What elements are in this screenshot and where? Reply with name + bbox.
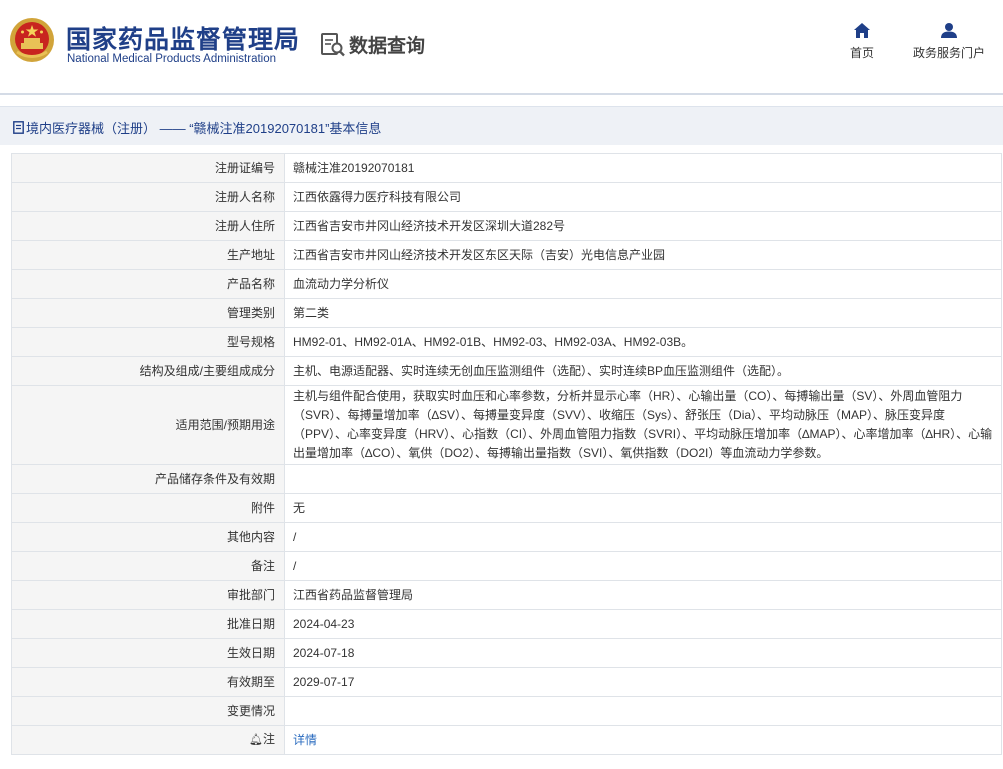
field-label: 管理类别 [11,298,285,328]
table-row: 附件 无 [11,493,1002,523]
field-label: 适用范围/预期用途 [11,385,285,465]
bell-icon: 🔔︎ [249,734,263,746]
table-row: 其他内容 / [11,522,1002,552]
header-divider [0,93,1003,95]
field-value: 2024-04-23 [284,609,1002,639]
table-row: 结构及组成/主要组成成分 主机、电源适配器、实时连续无创血压监测组件（选配）、实… [11,356,1002,386]
field-value: 主机、电源适配器、实时连续无创血压监测组件（选配）、实时连续BP血压监测组件（选… [284,356,1002,386]
field-label: 注册证编号 [11,153,285,183]
nav-home[interactable]: 首页 [842,22,882,61]
table-row: 注册人住所 江西省吉安市井冈山经济技术开发区深圳大道282号 [11,211,1002,241]
breadcrumb: 境内医疗器械（注册） —— “赣械注准20192070181”基本信息 [13,118,381,137]
field-value: 江西省吉安市井冈山经济技术开发区东区天际（吉安）光电信息产业园 [284,240,1002,270]
table-row: 审批部门 江西省药品监督管理局 [11,580,1002,610]
field-label: 产品名称 [11,269,285,299]
table-row: 备注 / [11,551,1002,581]
document-icon [13,121,24,134]
table-row: 生效日期 2024-07-18 [11,638,1002,668]
field-label: 注册人名称 [11,182,285,212]
field-label: 有效期至 [11,667,285,697]
table-row: 产品名称 血流动力学分析仪 [11,269,1002,299]
field-label: 审批部门 [11,580,285,610]
field-label: 生产地址 [11,240,285,270]
field-value: 江西省吉安市井冈山经济技术开发区深圳大道282号 [284,211,1002,241]
field-value: HM92-01、HM92-01A、HM92-01B、HM92-03、HM92-0… [284,327,1002,357]
table-row: 适用范围/预期用途 主机与组件配合使用，获取实时血压和心率参数，分析并显示心率（… [11,385,1002,465]
note-value-cell: 详情 [284,725,1002,755]
user-icon [941,23,957,38]
field-value: 江西省药品监督管理局 [284,580,1002,610]
field-value: 江西依露得力医疗科技有限公司 [284,182,1002,212]
agency-name-en: National Medical Products Administration [67,53,277,65]
field-label: 变更情况 [11,696,285,726]
field-label: 附件 [11,493,285,523]
module-title-block: 数据查询 [320,31,425,58]
nav-home-label: 首页 [849,46,874,60]
field-value [284,464,1002,494]
field-value: 血流动力学分析仪 [284,269,1002,299]
agency-name-cn: 国家药品监督管理局 [66,25,301,54]
registration-info-table: 注册证编号 赣械注准20192070181 注册人名称 江西依露得力医疗科技有限… [11,153,1002,755]
table-row-note: 🔔︎注 详情 [11,725,1002,755]
field-value: 第二类 [284,298,1002,328]
field-value: 2029-07-17 [284,667,1002,697]
nav-gov-label: 政务服务门户 [912,46,985,60]
table-row: 型号规格 HM92-01、HM92-01A、HM92-01B、HM92-03、H… [11,327,1002,357]
table-row: 注册人名称 江西依露得力医疗科技有限公司 [11,182,1002,212]
site-header: 国家药品监督管理局 National Medical Products Admi… [0,0,1003,95]
field-value: 主机与组件配合使用，获取实时血压和心率参数，分析并显示心率（HR）、心输出量（C… [284,385,1002,465]
field-label: 备注 [11,551,285,581]
field-label: 产品储存条件及有效期 [11,464,285,494]
search-document-icon [321,32,345,56]
field-label: 型号规格 [11,327,285,357]
table-row: 批准日期 2024-04-23 [11,609,1002,639]
table-row: 管理类别 第二类 [11,298,1002,328]
details-link[interactable]: 详情 [293,733,317,747]
field-label: 批准日期 [11,609,285,639]
national-emblem-icon [10,18,54,62]
nav-gov-service-portal[interactable]: 政务服务门户 [904,22,994,61]
breadcrumb-text: 境内医疗器械（注册） —— “赣械注准20192070181”基本信息 [26,121,382,136]
field-value [284,696,1002,726]
field-value: / [284,551,1002,581]
module-title: 数据查询 [349,35,426,57]
table-row: 有效期至 2029-07-17 [11,667,1002,697]
table-row: 生产地址 江西省吉安市井冈山经济技术开发区东区天际（吉安）光电信息产业园 [11,240,1002,270]
table-row: 产品储存条件及有效期 [11,464,1002,494]
field-value: 赣械注准20192070181 [284,153,1002,183]
home-icon [854,23,870,38]
field-value: 无 [284,493,1002,523]
field-label: 注册人住所 [11,211,285,241]
field-label: 结构及组成/主要组成成分 [11,356,285,386]
field-label: 其他内容 [11,522,285,552]
note-label: 注 [262,732,275,746]
field-value: 2024-07-18 [284,638,1002,668]
table-row: 变更情况 [11,696,1002,726]
breadcrumb-bar: 境内医疗器械（注册） —— “赣械注准20192070181”基本信息 [0,106,1003,145]
note-label-cell: 🔔︎注 [11,725,285,755]
field-label: 生效日期 [11,638,285,668]
field-value: / [284,522,1002,552]
table-row: 注册证编号 赣械注准20192070181 [11,153,1002,183]
